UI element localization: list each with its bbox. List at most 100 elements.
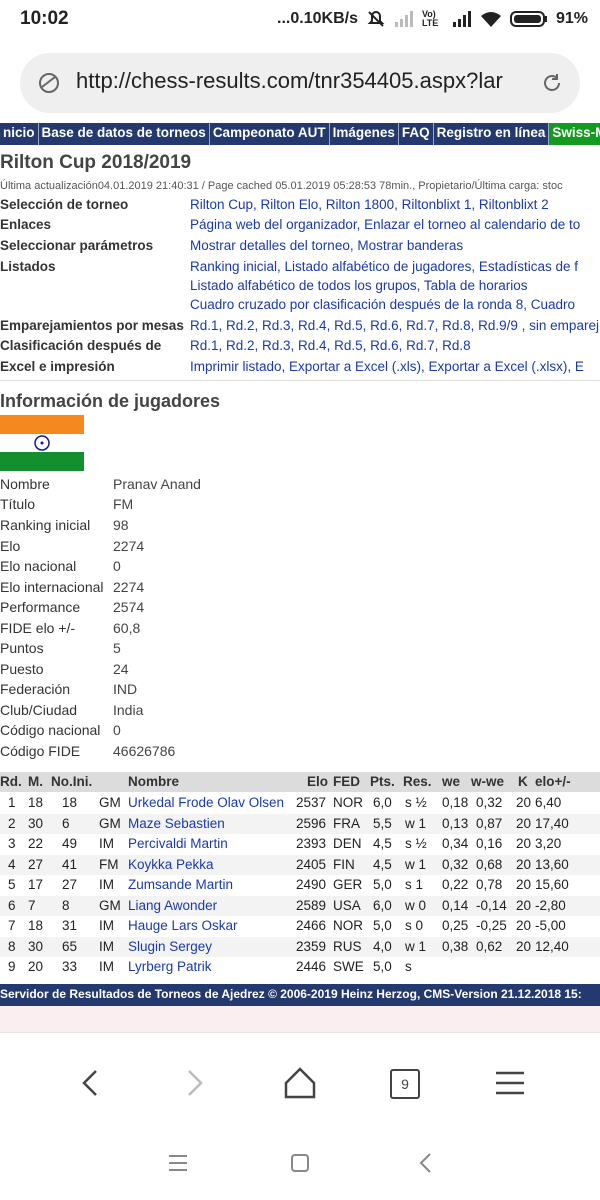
info-links[interactable]: Mostrar detalles del torneo, Mostrar ban… bbox=[190, 238, 463, 253]
player-field: Ranking inicial 98 bbox=[0, 517, 129, 533]
table-cell: NOR bbox=[333, 795, 363, 810]
url-text[interactable]: http://chess-results.com/tnr354405.aspx?… bbox=[76, 68, 526, 94]
player-link[interactable]: Liang Awonder bbox=[128, 898, 217, 913]
tabs-button[interactable]: 9 bbox=[384, 1063, 424, 1103]
menu-icon[interactable] bbox=[490, 1063, 530, 1103]
info-links[interactable]: Rd.1, Rd.2, Rd.3, Rd.4, Rd.5, Rd.6, Rd.7… bbox=[190, 338, 471, 353]
nav-item-registro[interactable]: Registro en línea bbox=[434, 123, 550, 145]
player-link[interactable]: Maze Sebastien bbox=[128, 816, 225, 831]
divider bbox=[0, 380, 600, 381]
nav-item-swiss-manager[interactable]: Swiss-Ma bbox=[549, 123, 600, 145]
info-row: Excel e impresión Imprimir listado, Expo… bbox=[0, 358, 600, 378]
info-links[interactable]: Imprimir listado, Exportar a Excel (.xls… bbox=[190, 359, 584, 374]
info-links[interactable]: Cuadro cruzado por clasificación después… bbox=[190, 297, 575, 312]
player-link[interactable]: Hauge Lars Oskar bbox=[128, 918, 238, 933]
wifi-icon bbox=[480, 12, 501, 27]
table-cell: w 0 bbox=[405, 897, 427, 913]
nav-item-base-de-datos[interactable]: Base de datos de torneos bbox=[39, 123, 210, 145]
player-field: Puntos 5 bbox=[0, 640, 121, 656]
table-cell: 0,16 bbox=[476, 836, 503, 851]
site-nav: nicio Base de datos de torneos Campeonat… bbox=[0, 123, 600, 145]
table-cell: 20 bbox=[516, 795, 532, 810]
info-links[interactable]: Listado alfabético de todos los grupos, … bbox=[190, 278, 527, 293]
home-square-icon[interactable] bbox=[288, 1151, 312, 1175]
player-link[interactable]: Percivaldi Martin bbox=[128, 836, 228, 851]
table-cell: 33 bbox=[62, 959, 78, 974]
table-cell: 31 bbox=[62, 918, 78, 933]
player-field: FIDE elo +/- 60,8 bbox=[0, 620, 141, 636]
table-cell: 6,40 bbox=[535, 795, 562, 810]
nav-item-inicio[interactable]: nicio bbox=[0, 123, 39, 145]
table-row: 4 27 41 FM Koykka Pekka 2405 FIN 4,5 w 1 0,32 0,68… bbox=[0, 854, 600, 875]
signal-icon bbox=[394, 11, 413, 27]
address-bar[interactable]: http://chess-results.com/tnr354405.aspx?… bbox=[20, 53, 580, 113]
table-cell: 1 bbox=[8, 795, 16, 810]
player-link[interactable]: Zumsande Martin bbox=[128, 877, 233, 892]
table-row: 5 17 27 IM Zumsande Martin 2490 GER 5,0 s 1 0,22 0… bbox=[0, 875, 600, 895]
info-label: Listados bbox=[0, 259, 56, 274]
player-link[interactable]: Koykka Pekka bbox=[128, 857, 214, 872]
battery-icon bbox=[509, 11, 547, 27]
reload-icon[interactable] bbox=[540, 71, 564, 95]
info-links[interactable]: Rd.1, Rd.2, Rd.3, Rd.4, Rd.5, Rd.6, Rd.7… bbox=[190, 318, 599, 333]
table-cell: 3 bbox=[8, 836, 16, 851]
home-icon[interactable] bbox=[280, 1063, 320, 1103]
table-cell: 5,0 bbox=[373, 877, 392, 892]
table-cell: 9 bbox=[8, 959, 16, 974]
table-cell: IM bbox=[99, 877, 114, 892]
table-cell: DEN bbox=[333, 836, 362, 851]
table-cell: 18 bbox=[28, 918, 44, 933]
player-link[interactable]: Urkedal Frode Olav Olsen bbox=[128, 795, 284, 810]
player-field: Elo internacional 2274 bbox=[0, 579, 145, 595]
table-cell: NOR bbox=[333, 918, 363, 933]
table-cell: 2596 bbox=[296, 815, 327, 831]
table-cell: 12,40 bbox=[535, 938, 569, 954]
info-links[interactable]: Ranking inicial, Listado alfabético de j… bbox=[190, 259, 578, 274]
table-cell: 0,38 bbox=[442, 938, 469, 954]
player-field: Nombre Pranav Anand bbox=[0, 476, 201, 492]
back-nav-icon[interactable] bbox=[414, 1151, 438, 1175]
table-cell: 20 bbox=[516, 877, 532, 892]
table-cell: s bbox=[405, 959, 412, 974]
player-field: Código nacional 0 bbox=[0, 722, 121, 738]
table-cell: 2466 bbox=[296, 918, 327, 933]
table-header: Rd. M. No.Ini. Nombre Elo FED Pts. Res. … bbox=[0, 772, 600, 792]
back-icon[interactable] bbox=[70, 1063, 110, 1103]
nav-item-imagenes[interactable]: Imágenes bbox=[330, 123, 399, 145]
table-cell: 4,5 bbox=[373, 836, 392, 851]
info-links[interactable]: Rilton Cup, Rilton Elo, Rilton 1800, Ril… bbox=[190, 197, 549, 212]
nav-item-campeonato[interactable]: Campeonato AUT bbox=[210, 123, 330, 145]
player-link[interactable]: Lyrberg Patrik bbox=[128, 959, 212, 974]
player-field: Elo 2274 bbox=[0, 538, 145, 554]
nav-item-faq[interactable]: FAQ bbox=[399, 123, 434, 145]
table-cell: w 1 bbox=[405, 815, 427, 831]
table-cell: 0,34 bbox=[442, 836, 469, 851]
table-cell: 0,87 bbox=[476, 815, 503, 831]
table-cell: 2405 bbox=[296, 856, 327, 872]
table-cell: s ½ bbox=[405, 795, 427, 810]
table-cell: 49 bbox=[62, 836, 78, 851]
network-speed: ...0.10KB/s bbox=[277, 10, 358, 27]
table-cell: 0,32 bbox=[442, 856, 469, 872]
table-cell: 0,13 bbox=[442, 815, 469, 831]
forward-icon[interactable] bbox=[175, 1063, 215, 1103]
status-icons: ...0.10KB/s Vo) LTE 91% bbox=[277, 9, 588, 29]
player-link[interactable]: Slugin Sergey bbox=[128, 939, 212, 954]
mute-icon bbox=[367, 10, 385, 27]
table-cell: 8 bbox=[62, 897, 70, 913]
table-cell: 7 bbox=[8, 918, 16, 933]
info-row: Enlaces Página web del organizador, Enla… bbox=[0, 216, 600, 236]
table-cell: 20 bbox=[516, 938, 532, 954]
browser-toolbar: 9 bbox=[0, 1032, 600, 1128]
table-cell: s 0 bbox=[405, 918, 424, 933]
table-cell: 2446 bbox=[296, 959, 327, 974]
recents-icon[interactable] bbox=[166, 1151, 190, 1175]
table-cell: w 1 bbox=[405, 856, 427, 872]
table-cell: 30 bbox=[28, 938, 44, 954]
table-cell: IM bbox=[99, 918, 114, 933]
info-label: Clasificación después de bbox=[0, 338, 162, 353]
info-links[interactable]: Página web del organizador, Enlazar el t… bbox=[190, 217, 580, 232]
table-cell: 20 bbox=[516, 918, 532, 933]
table-cell: 2537 bbox=[296, 795, 327, 810]
player-field: Código FIDE 46626786 bbox=[0, 743, 176, 759]
